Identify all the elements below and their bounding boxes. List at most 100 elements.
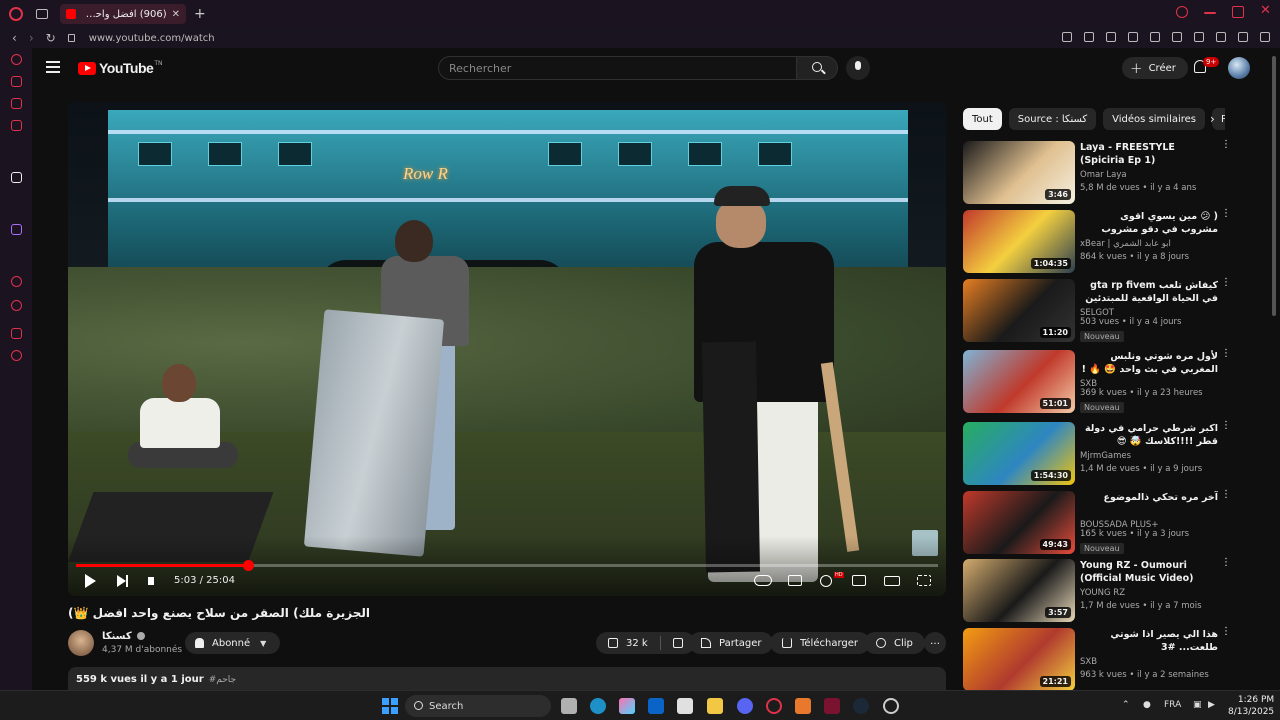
heart-icon[interactable] — [1194, 32, 1204, 42]
app-v-icon[interactable] — [824, 698, 840, 714]
recommendation-thumbnail[interactable]: 11:20 — [963, 279, 1075, 342]
more-options-icon[interactable]: ⋮ — [1221, 490, 1231, 500]
opera-logo-icon[interactable] — [9, 7, 23, 21]
back-icon[interactable]: ‹ — [12, 31, 17, 45]
tray-chevron-icon[interactable]: ⌃ — [1122, 700, 1130, 710]
url-field[interactable]: www.youtube.com/watch — [89, 33, 215, 44]
recommendation-item[interactable]: 49:43 آخر مره تحكي ذالموضوع BOUSSADA PLUS+… — [963, 490, 1233, 555]
progress-bar[interactable] — [76, 560, 938, 571]
copilot-icon[interactable] — [619, 698, 635, 714]
volume-icon[interactable] — [148, 577, 154, 585]
chip-2[interactable]: Vidéos similaires — [1103, 108, 1206, 130]
tab-close-button[interactable]: ✕ — [172, 9, 180, 20]
clip-button[interactable]: Clip — [864, 632, 925, 654]
bookmark-icon[interactable] — [1062, 32, 1072, 42]
shield-icon[interactable] — [1106, 32, 1116, 42]
search-button[interactable] — [796, 56, 838, 80]
recommendation-thumbnail[interactable]: 1:04:35 — [963, 210, 1075, 273]
app-github-icon[interactable] — [883, 698, 899, 714]
recommendation-channel[interactable]: SXB — [1080, 657, 1097, 667]
account-icon[interactable] — [1216, 32, 1226, 42]
maximize-button[interactable] — [1232, 6, 1244, 18]
channel-name-row[interactable]: كسنكا — [102, 631, 145, 642]
more-options-icon[interactable]: ⋮ — [1221, 140, 1231, 150]
recommendation-item[interactable]: 21:21 هذا الي يصير اذا شوتي طلعت... #3 SXB… — [963, 627, 1233, 692]
recommendation-title[interactable]: ( 😕 مين يسوي اقوى مشروب في دقو مشروب كوك… — [1080, 210, 1218, 236]
chip-0[interactable]: Tout — [963, 108, 1002, 130]
recommendation-title[interactable]: كيفاش تلعب gta rp fivem في الحياة الواقع… — [1080, 279, 1218, 305]
recommendation-item[interactable]: 1:04:35 ( 😕 مين يسوي اقوى مشروب في دقو مش… — [963, 209, 1233, 274]
edge-icon[interactable] — [590, 698, 606, 714]
subscribed-button[interactable]: Abonné ▼ — [185, 632, 281, 654]
recommendation-title[interactable]: هذا الي يصير اذا شوتي طلعت... #3 — [1080, 628, 1218, 654]
history-icon[interactable] — [11, 300, 22, 311]
next-video-icon[interactable] — [117, 575, 128, 587]
video-player[interactable]: Row R 5:03 / 25:04 HD — [68, 102, 946, 596]
more-options-icon[interactable]: ⋮ — [1221, 421, 1231, 431]
share-button[interactable]: Partager — [689, 632, 774, 654]
autoplay-toggle-icon[interactable] — [754, 575, 772, 586]
more-options-icon[interactable]: ⋮ — [1221, 349, 1231, 359]
recommendation-item[interactable]: 11:20 كيفاش تلعب gta rp fivem في الحياة ا… — [963, 278, 1233, 343]
recommendation-thumbnail[interactable]: 21:21 — [963, 628, 1075, 691]
more-options-icon[interactable]: ⋮ — [1221, 209, 1231, 219]
recommendation-thumbnail[interactable]: 3:46 — [963, 141, 1075, 204]
recommendation-thumbnail[interactable]: 1:54:30 — [963, 422, 1075, 485]
channel-avatar[interactable] — [68, 630, 94, 656]
close-window-button[interactable]: ✕ — [1260, 4, 1272, 18]
player-icon[interactable] — [11, 276, 22, 287]
recommendation-title[interactable]: Laya - FREESTYLE (Spiciria Ep 1) — [1080, 141, 1218, 167]
new-tab-button[interactable]: + — [194, 6, 206, 22]
extension-icon[interactable] — [1150, 32, 1160, 42]
settings-gear-icon[interactable] — [820, 575, 832, 587]
snapshot-icon[interactable] — [1084, 32, 1094, 42]
tray-mic-icon[interactable]: ● — [1143, 700, 1151, 710]
recommendation-item[interactable]: 51:01 لأول مره شوتي ونلبس المغربي في بث و… — [963, 349, 1233, 414]
task-view-icon[interactable] — [561, 698, 577, 714]
recommendation-item[interactable]: 1:54:30 اكبر شرطي حرامي في دولة قطر !!!!ك… — [963, 421, 1233, 486]
more-options-icon[interactable]: ⋮ — [1221, 278, 1231, 288]
browser-tab-active[interactable]: (906) افضل واحد يصنع سلاح ✕ — [60, 4, 186, 24]
recommendation-thumbnail[interactable]: 49:43 — [963, 491, 1075, 554]
miniplayer-icon[interactable] — [852, 575, 866, 586]
account-avatar[interactable] — [1228, 57, 1250, 79]
store-icon[interactable] — [677, 698, 693, 714]
flow-icon[interactable] — [11, 172, 22, 183]
opera-taskbar-icon[interactable] — [766, 698, 782, 714]
youtube-logo[interactable]: YouTube TN — [78, 60, 162, 76]
like-icon[interactable] — [608, 638, 618, 648]
twitch-icon[interactable] — [11, 224, 22, 235]
like-count[interactable]: 32 k — [626, 638, 648, 649]
play-icon[interactable] — [85, 574, 96, 588]
guide-menu-icon[interactable] — [46, 61, 60, 76]
chip-1[interactable]: Source : كسنكا — [1008, 108, 1097, 130]
app-a-icon[interactable] — [795, 698, 811, 714]
download-icon[interactable] — [1238, 32, 1248, 42]
tray-volume-icon[interactable]: ▶ — [1208, 700, 1215, 710]
discord-icon[interactable] — [737, 698, 753, 714]
recommendation-channel[interactable]: YOUNG RZ — [1080, 588, 1125, 598]
search-tabs-icon[interactable] — [1176, 6, 1188, 18]
translate-icon[interactable] — [1128, 32, 1138, 42]
language-indicator[interactable]: FRA — [1164, 700, 1181, 710]
tab-menu-icon[interactable] — [36, 9, 48, 19]
subtitles-icon[interactable] — [788, 575, 802, 586]
taskbar-search[interactable]: Search — [405, 695, 551, 717]
send-icon[interactable] — [1172, 32, 1182, 42]
steam-icon[interactable] — [853, 698, 869, 714]
forward-icon[interactable]: › — [29, 31, 34, 45]
extensions-sidebar-icon[interactable] — [11, 328, 22, 339]
messenger-icon[interactable] — [11, 120, 22, 131]
outlook-icon[interactable] — [648, 698, 664, 714]
recommendation-title[interactable]: اكبر شرطي حرامي في دولة قطر !!!!كلاسك 🤯 … — [1080, 422, 1218, 448]
more-actions-button[interactable]: … — [924, 632, 946, 654]
voice-search-button[interactable] — [846, 56, 870, 80]
chips-next-icon[interactable]: › — [1210, 112, 1215, 126]
recommendation-thumbnail[interactable]: 3:57 — [963, 559, 1075, 622]
description-box[interactable]: 559 k vues il y a 1 jour #جاحم — [68, 667, 946, 691]
download-button[interactable]: Télécharger — [770, 632, 871, 654]
recommendation-channel[interactable]: MjrmGames — [1080, 451, 1131, 461]
recommendation-title[interactable]: Young RZ - Oumouri (Official Music Video… — [1080, 559, 1218, 585]
recommendation-thumbnail[interactable]: 51:01 — [963, 350, 1075, 413]
search-input[interactable]: Rechercher — [438, 56, 796, 80]
